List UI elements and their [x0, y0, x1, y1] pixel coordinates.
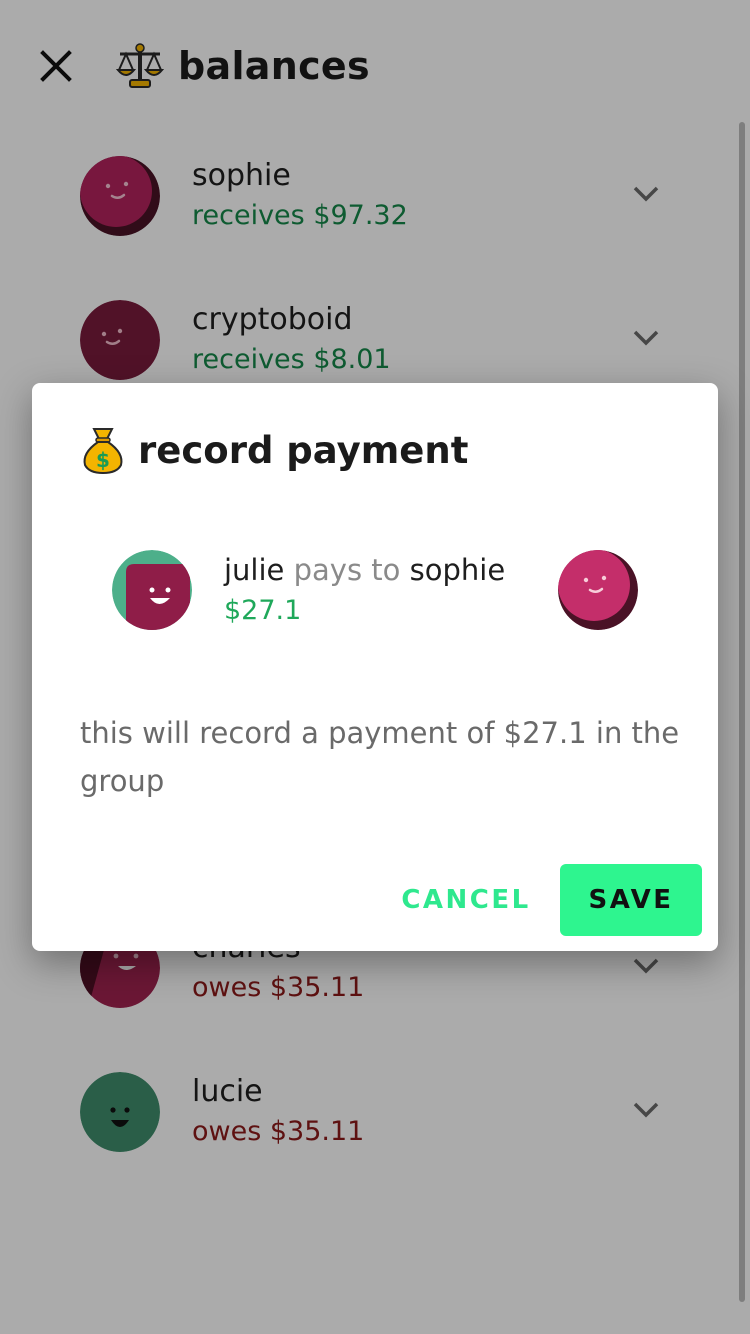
cancel-button[interactable]: CANCEL — [392, 864, 540, 936]
payee-avatar — [558, 550, 638, 630]
save-button[interactable]: SAVE — [560, 864, 702, 936]
dialog-description: this will record a payment of $27.1 in t… — [80, 716, 680, 798]
payment-summary: julie pays to sophie — [224, 553, 505, 587]
dialog-title: record payment — [138, 428, 469, 472]
record-payment-dialog: $ record payment julie pays to sophie $2… — [32, 383, 718, 951]
payment-verb: pays to — [293, 553, 401, 587]
payer-name: julie — [224, 553, 285, 587]
dialog-title-group: $ record payment — [80, 423, 468, 477]
payer-avatar — [112, 550, 192, 630]
payee-name: sophie — [409, 553, 506, 587]
payment-amount: $27.1 — [224, 595, 302, 626]
svg-text:$: $ — [96, 448, 110, 472]
money-bag-icon: $ — [83, 428, 123, 475]
